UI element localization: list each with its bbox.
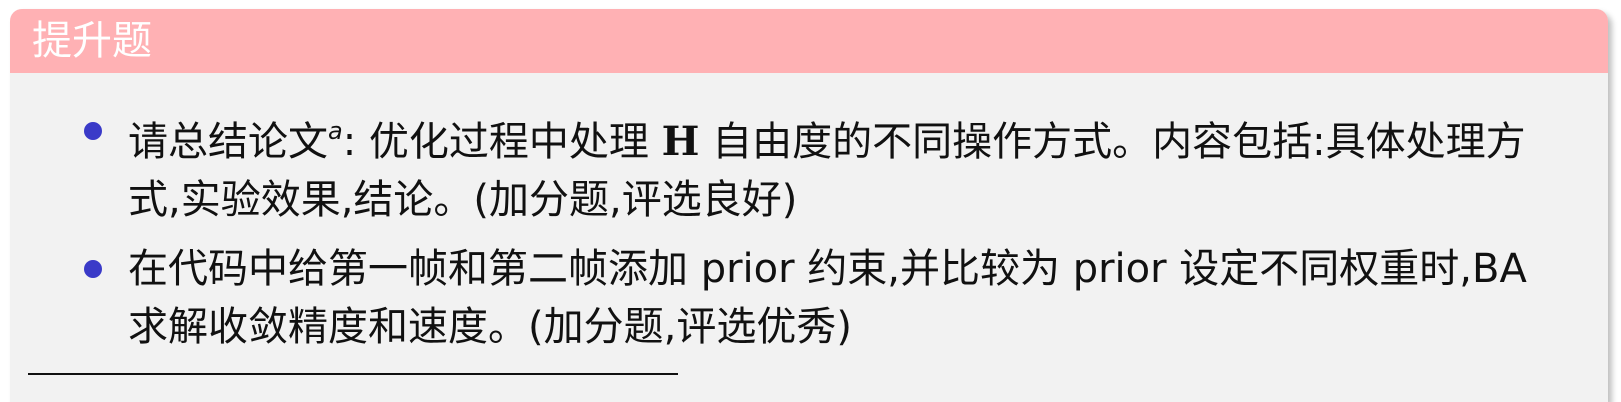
block-title: 提升题 <box>32 18 152 64</box>
footnote-marker[interactable]: a <box>328 117 343 145</box>
bullet-icon <box>84 122 102 140</box>
item-text-part1: 请总结论文 <box>128 119 328 165</box>
list-item-prior-constraint: 在代码中给第一帧和第二帧添加 prior 约束,并比较为 prior 设定不同权… <box>84 240 1568 356</box>
block-body: 请总结论文a: 优化过程中处理 H 自由度的不同操作方式。内容包括:具体处理方式… <box>10 73 1608 402</box>
item-text-part2: : 优化过程中处理 <box>342 119 662 165</box>
block-header: 提升题 <box>10 9 1608 73</box>
math-symbol-h: H <box>661 118 700 165</box>
exercise-block: 提升题 请总结论文a: 优化过程中处理 H 自由度的不同操作方式。内容包括:具体… <box>10 9 1608 402</box>
list-item-summarize-paper: 请总结论文a: 优化过程中处理 H 自由度的不同操作方式。内容包括:具体处理方式… <box>84 102 1568 229</box>
footnote-divider <box>28 373 678 375</box>
item-text: 在代码中给第一帧和第二帧添加 prior 约束,并比较为 prior 设定不同权… <box>128 246 1527 350</box>
bullet-icon <box>84 260 102 278</box>
